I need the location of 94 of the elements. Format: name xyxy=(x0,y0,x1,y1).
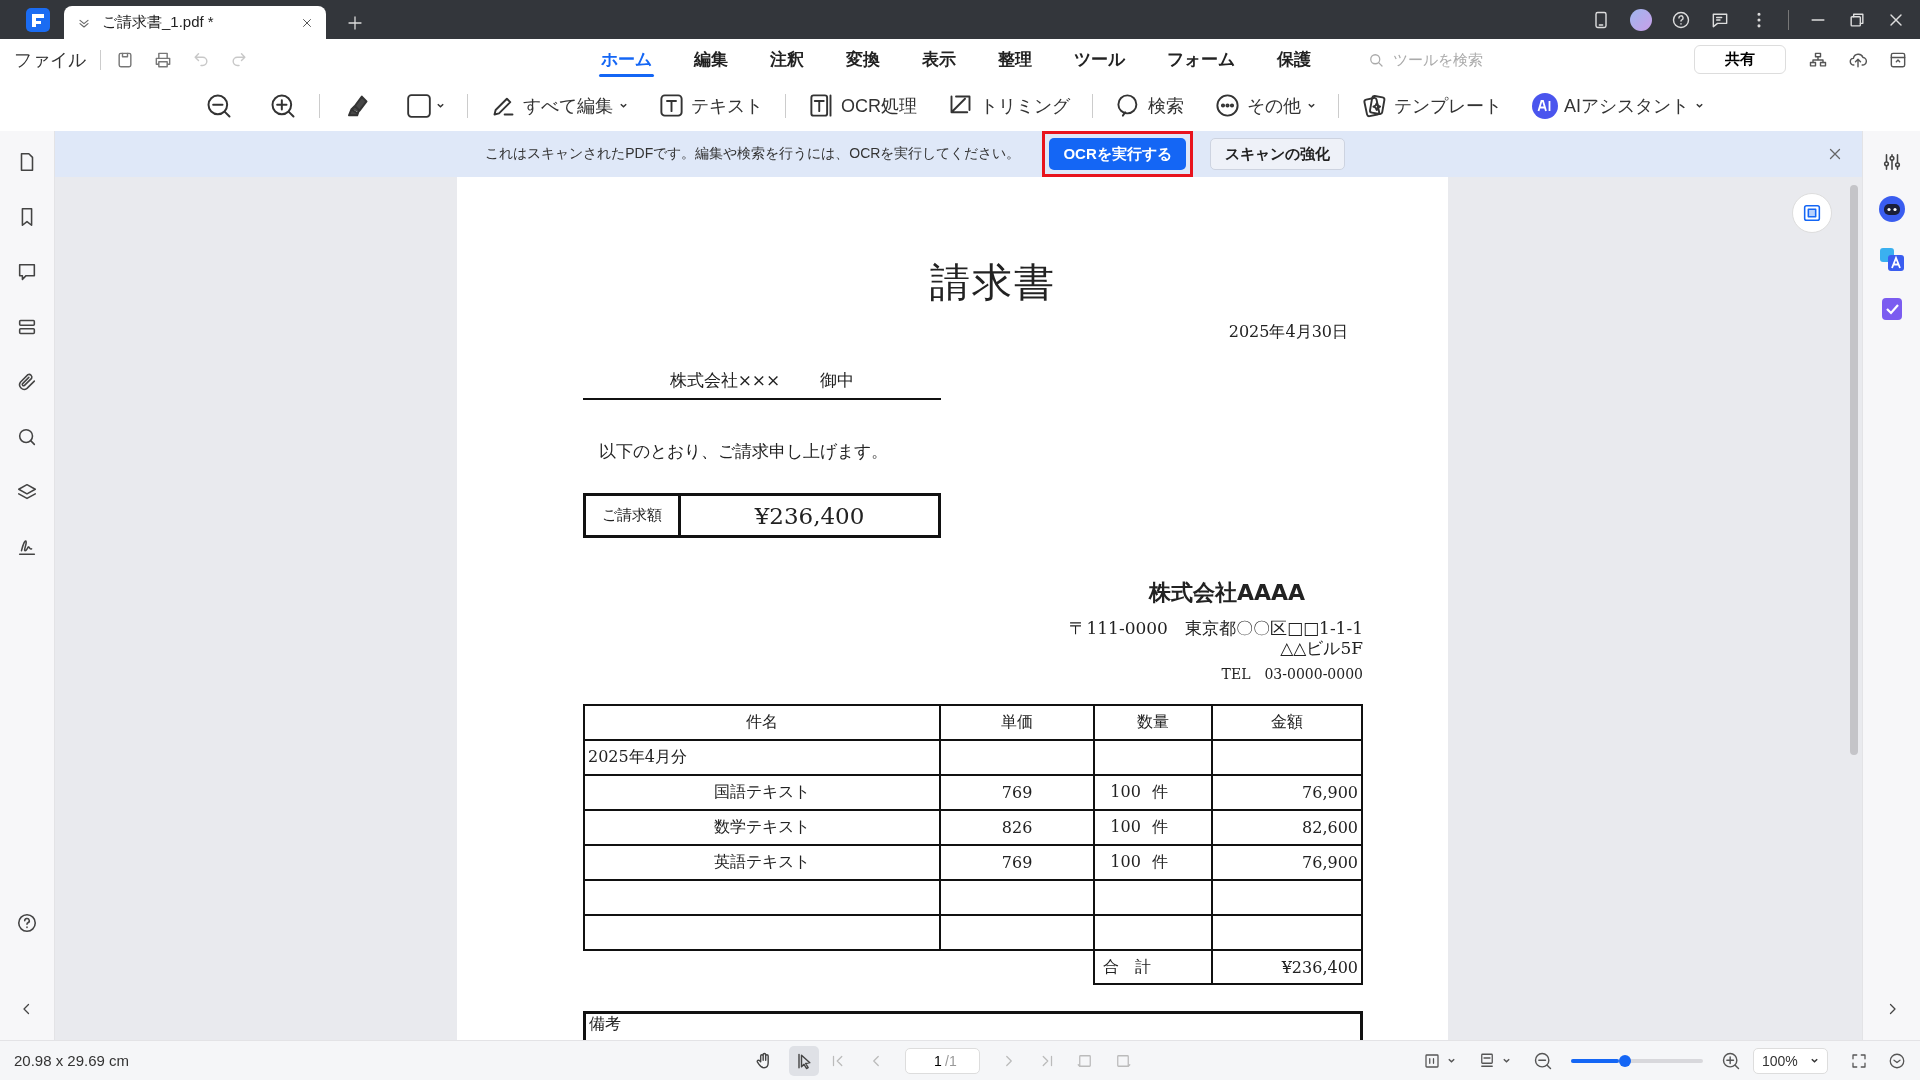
quantity-text: 100 xyxy=(1110,782,1141,803)
table-cell: 826 xyxy=(939,810,1095,845)
unit-text: 件 xyxy=(1152,782,1169,803)
page-size-text: 20.98 x 29.69 cm xyxy=(14,1052,131,1069)
slider-thumb[interactable] xyxy=(1619,1054,1632,1067)
date-text: 2025年4月30日 xyxy=(1228,322,1348,343)
scrollbar[interactable] xyxy=(1850,185,1858,755)
caret-icon xyxy=(436,101,445,110)
new-tab-icon[interactable] xyxy=(346,14,364,32)
table-cell: 82,600 xyxy=(1212,810,1362,845)
recipient-suffix: 御中 xyxy=(820,369,855,392)
column-header: 金額 xyxy=(1212,705,1362,740)
avatar[interactable] xyxy=(1630,8,1652,31)
zoom-out-icon[interactable] xyxy=(1533,1050,1553,1071)
caret-icon xyxy=(1695,101,1704,110)
toolbar-button[interactable]: 検索 xyxy=(1115,92,1184,119)
fullscreen-icon[interactable] xyxy=(1850,1051,1868,1070)
phone-text: TEL 03-0000-0000 xyxy=(1221,666,1363,684)
share-button[interactable]: 共有 xyxy=(1694,45,1786,74)
document-title: 請求書 xyxy=(930,258,1056,307)
zoom-dropdown[interactable]: 100% xyxy=(1753,1047,1828,1074)
comment-icon[interactable] xyxy=(16,261,38,283)
menu-tab[interactable]: フォーム xyxy=(1165,39,1237,80)
toolbar-button[interactable]: トリミング xyxy=(947,92,1070,119)
menu-tab[interactable]: 注釈 xyxy=(768,39,806,80)
table-cell: 2025年4月分 xyxy=(584,740,940,775)
table-cell: 76,900 xyxy=(1212,845,1362,880)
toolbar-button[interactable]: OCR処理 xyxy=(808,92,917,119)
amount-label: ご請求額 xyxy=(586,496,681,535)
table-cell: 英語テキスト xyxy=(584,845,940,880)
amount-value: ¥236,400 xyxy=(753,501,866,531)
toolbar-button[interactable]: テキスト xyxy=(658,92,763,119)
toolbar-button[interactable]: AIアシスタント xyxy=(1532,92,1704,119)
quantity-text: 100 xyxy=(1110,852,1141,873)
run-ocr-button[interactable]: OCRを実行する xyxy=(1049,138,1186,170)
greeting-text: 以下のとおり、ご請求申し上げます。 xyxy=(599,440,889,463)
enhance-scan-button[interactable]: スキャンの強化 xyxy=(1209,138,1345,170)
caret-icon xyxy=(1447,1056,1456,1065)
caret-icon xyxy=(1810,1056,1819,1065)
menu-tab[interactable]: 保護 xyxy=(1275,39,1313,80)
notice-message: これはスキャンされたPDFです。編集や検索を行うには、OCRを実行してください。 xyxy=(485,145,1021,163)
caret-icon xyxy=(1502,1056,1511,1065)
table-cell: 国語テキスト xyxy=(584,775,940,810)
column-header: 件名 xyxy=(584,705,940,740)
menu-tab[interactable]: ツール xyxy=(1072,39,1127,80)
issuer-name: 株式会社AAAA xyxy=(1148,579,1305,607)
table-cell: 数学テキスト xyxy=(584,810,940,845)
table-cell: 769 xyxy=(939,845,1095,880)
panel-icon xyxy=(1801,202,1823,224)
attachment-icon[interactable] xyxy=(16,371,38,393)
column-header: 数量 xyxy=(1094,705,1213,740)
more-icon xyxy=(1214,92,1241,119)
page-total-text: /1 xyxy=(945,1052,957,1069)
menu-tab[interactable]: ホーム xyxy=(599,39,654,80)
panel-button[interactable] xyxy=(1792,193,1832,233)
column-header: 単価 xyxy=(939,705,1095,740)
help-icon[interactable] xyxy=(1671,9,1691,30)
total-label: 合 計 xyxy=(1094,950,1213,984)
rectangle-icon xyxy=(406,92,432,119)
shape-tool[interactable] xyxy=(406,92,445,119)
menu-tab[interactable]: 編集 xyxy=(692,39,730,80)
address-text: 〒111-0000 東京都〇〇区□□1-1-1 xyxy=(1069,618,1363,638)
file-menu[interactable]: ファイル xyxy=(14,47,86,72)
toolbar-button[interactable]: テンプレート xyxy=(1361,92,1502,119)
template-icon xyxy=(1361,92,1388,119)
help-icon[interactable] xyxy=(16,912,38,934)
quantity-text: 100 xyxy=(1110,817,1141,838)
notes-label: 備考 xyxy=(589,1014,621,1033)
translate-icon[interactable] xyxy=(1877,245,1906,273)
toolbar-button[interactable]: その他 xyxy=(1214,92,1316,119)
toolbar-button[interactable]: すべて編集 xyxy=(490,92,628,119)
app-logo-icon[interactable] xyxy=(26,7,50,32)
select-tool[interactable] xyxy=(789,1045,819,1076)
menu-tab[interactable]: 表示 xyxy=(920,39,958,80)
unit-text: 件 xyxy=(1152,852,1169,873)
caret-icon xyxy=(1307,101,1316,110)
recipient-name: 株式会社××× xyxy=(669,369,781,392)
zoom-in-icon[interactable] xyxy=(1721,1050,1741,1071)
table-cell: 769 xyxy=(939,775,1095,810)
address-text: △△ビル5F xyxy=(1280,638,1363,658)
menu-tab[interactable]: 整理 xyxy=(996,39,1034,80)
menu-tab[interactable]: 変換 xyxy=(844,39,882,80)
text-icon xyxy=(658,92,685,119)
page-layout-icon[interactable] xyxy=(1478,1051,1496,1070)
fit-page-icon[interactable] xyxy=(1423,1051,1441,1070)
unit-text: 件 xyxy=(1152,817,1169,838)
total-value: ¥236,400 xyxy=(1212,950,1362,984)
more-icon[interactable] xyxy=(1888,1051,1906,1070)
ai-icon xyxy=(1532,92,1558,119)
assistant-icon[interactable] xyxy=(1877,195,1906,223)
table-cell: 76,900 xyxy=(1212,775,1362,810)
search-field[interactable]: ツールを検索 xyxy=(1391,50,1595,69)
caret-icon xyxy=(619,101,628,110)
document-tab[interactable]: ご請求書_1.pdf * xyxy=(64,6,326,39)
